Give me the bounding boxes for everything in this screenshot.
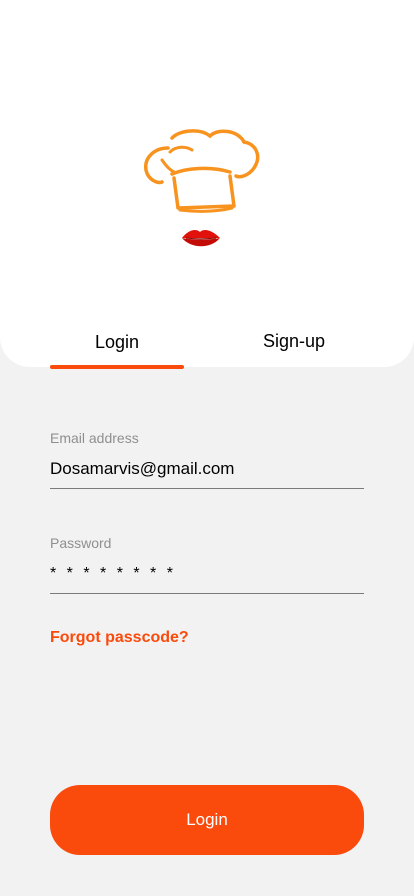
- password-input[interactable]: [50, 563, 364, 585]
- email-underline: [50, 488, 364, 489]
- login-screen: Login Sign-up Email address Password For…: [0, 0, 414, 896]
- tab-signup-label: Sign-up: [262, 331, 326, 351]
- tab-login-label: Login: [94, 332, 140, 352]
- forgot-passcode-link[interactable]: Forgot passcode?: [50, 629, 189, 647]
- tab-login[interactable]: Login: [50, 322, 184, 368]
- email-label: Email address: [50, 430, 139, 446]
- active-tab-indicator: [50, 365, 184, 369]
- chef-hat-lips-logo-icon: [144, 129, 260, 247]
- email-field: Email address: [50, 430, 364, 489]
- password-field: Password: [50, 535, 364, 594]
- password-underline: [50, 593, 364, 594]
- email-input[interactable]: [50, 458, 364, 480]
- password-label: Password: [50, 535, 112, 551]
- login-button[interactable]: Login: [50, 785, 364, 855]
- tab-signup[interactable]: Sign-up: [227, 322, 361, 368]
- header-card: Login Sign-up: [0, 0, 414, 367]
